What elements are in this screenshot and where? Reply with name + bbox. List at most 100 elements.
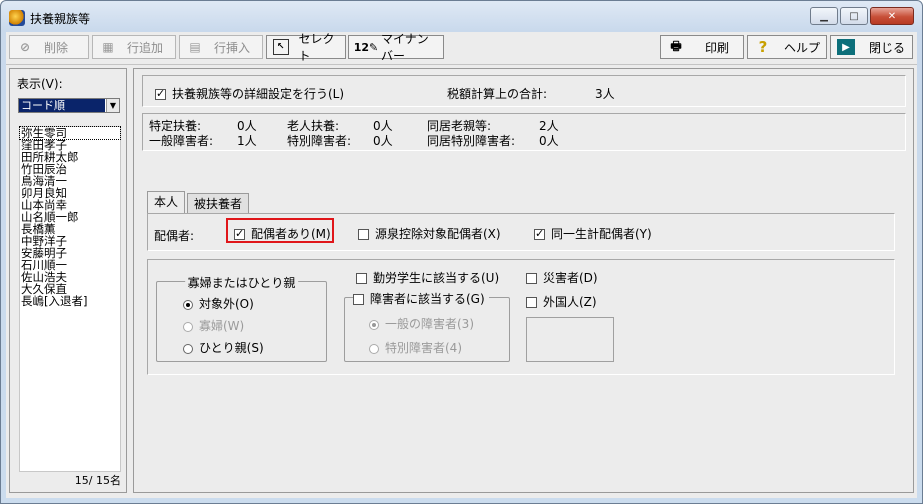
radio-icon[interactable] (183, 343, 193, 354)
widow-option-single-parent[interactable]: ひとり親(S) (183, 339, 264, 356)
exit-door-icon: ▶ (837, 39, 855, 55)
detail-setting-check-icon[interactable] (155, 87, 166, 100)
radio-icon[interactable] (183, 299, 193, 310)
working-student-checkbox[interactable]: 勤労学生に該当する(U) (356, 269, 499, 286)
close-label: 閉じる (869, 40, 906, 55)
spouse-same-household-label: 同一生計配偶者(Y) (551, 227, 652, 241)
tab-strip: 本人 被扶養者 (147, 191, 251, 213)
working-student-check-icon[interactable] (356, 273, 367, 284)
app-window: 扶養親族等 ▁ □ ✕ ⊘ 削除 ▦ 行追加 ▤ 行挿入 ↖ セレクト 12✎ … (0, 0, 923, 504)
disaster-checkbox[interactable]: 災害者(D) (526, 269, 598, 286)
sort-order-value: コード順 (19, 99, 105, 112)
disabled-groupbox: 障害者に該当する(G) 一般の障害者(3) 特別障害者(4) (344, 290, 510, 362)
radio-icon[interactable] (369, 343, 379, 354)
foreigner-check-icon[interactable] (526, 297, 537, 308)
attributes-panel: 寡婦またはひとり親 対象外(O) 寡婦(W) ひとり親(S) 勤労学生に該当する… (147, 259, 895, 375)
minimize-button[interactable]: ▁ (810, 7, 838, 25)
detail-setting-label: 扶養親族等の詳細設定を行う(L) (172, 87, 345, 101)
widow-group-title: 寡婦またはひとり親 (184, 274, 299, 291)
window-controls: ▁ □ ✕ (808, 7, 914, 25)
disabled-option-special[interactable]: 特別障害者(4) (369, 339, 462, 356)
window-title: 扶養親族等 (30, 12, 91, 26)
radio-icon[interactable] (183, 321, 193, 332)
working-student-label: 勤労学生に該当する(U) (373, 271, 500, 285)
detail-setting-checkbox[interactable]: 扶養親族等の詳細設定を行う(L) (155, 85, 344, 102)
disabled-checkbox[interactable]: 障害者に該当する(G) (353, 290, 489, 307)
general-disabled-label: 一般障害者: (149, 134, 214, 148)
special-disabled-value: 0人 (373, 134, 393, 148)
display-label: 表示(V): (17, 77, 63, 91)
question-icon: ? (758, 38, 768, 56)
special-disabled-label: 特別障害者: (287, 134, 352, 148)
print-button[interactable]: 🖶 印刷 (660, 35, 744, 59)
my-number-button[interactable]: 12✎ マイナンバー (348, 32, 444, 63)
help-button[interactable]: ? ヘルプ (747, 35, 827, 59)
client-area: ⊘ 削除 ▦ 行追加 ▤ 行挿入 ↖ セレクト 12✎ マイナンバー 🖶 印刷 (6, 32, 917, 498)
add-row-button[interactable]: ▦ 行追加 (92, 35, 176, 59)
spouse-has-check-icon[interactable] (234, 227, 245, 240)
spouse-same-household-check-icon[interactable] (534, 227, 545, 240)
disaster-check-icon[interactable] (526, 273, 537, 284)
spouse-same-household-checkbox[interactable]: 同一生計配偶者(Y) (534, 225, 652, 242)
title-bar[interactable]: 扶養親族等 ▁ □ ✕ (1, 1, 922, 31)
tab-dependents[interactable]: 被扶養者 (187, 193, 250, 213)
delete-button[interactable]: ⊘ 削除 (9, 35, 89, 59)
insert-row-icon: ▤ (189, 40, 201, 54)
spouse-has-label: 配偶者あり(M) (251, 227, 331, 241)
maximize-icon: □ (849, 10, 859, 22)
close-button[interactable]: ▶ 閉じる (830, 35, 913, 59)
close-icon: ✕ (887, 10, 897, 22)
cohabit-special-label: 同居特別障害者: (427, 134, 516, 148)
spouse-withholding-label: 源泉控除対象配偶者(X) (375, 227, 501, 241)
spouse-label: 配偶者: (154, 229, 195, 243)
insert-row-label: 行挿入 (214, 40, 251, 55)
delete-icon: ⊘ (19, 40, 31, 54)
disabled-label: 障害者に該当する(G) (370, 292, 485, 306)
toolbar-separator (6, 64, 917, 65)
close-window-button[interactable]: ✕ (870, 7, 914, 25)
print-label: 印刷 (705, 40, 730, 55)
spouse-withholding-check-icon[interactable] (358, 229, 369, 240)
widow-option-none[interactable]: 対象外(O) (183, 295, 254, 312)
maximize-button[interactable]: □ (840, 7, 868, 25)
widow-option-widow[interactable]: 寡婦(W) (183, 317, 244, 334)
select-button[interactable]: ↖ セレクト (266, 32, 346, 63)
dropdown-arrow-icon[interactable]: ▼ (106, 99, 119, 112)
record-counter: 15/ 15名 (74, 474, 121, 487)
insert-row-button[interactable]: ▤ 行挿入 (179, 35, 263, 59)
disabled-option-general-label: 一般の障害者(3) (385, 317, 474, 331)
foreigner-checkbox[interactable]: 外国人(Z) (526, 293, 597, 310)
app-icon (9, 10, 25, 26)
cohabit-special-value: 0人 (539, 134, 559, 148)
widow-option-none-label: 対象外(O) (199, 297, 254, 311)
employee-list-pane: 表示(V): コード順 ▼ 弥生零司 窪田孝子 田所耕太郎 竹田辰治 鳥海清一 … (9, 68, 127, 493)
disabled-check-icon[interactable] (353, 294, 364, 305)
main-pane: 扶養親族等の詳細設定を行う(L) 税額計算上の合計: 3人 特定扶養: 0人 老… (133, 68, 914, 493)
general-disabled-value: 1人 (237, 134, 257, 148)
employee-list[interactable]: 弥生零司 窪田孝子 田所耕太郎 竹田辰治 鳥海清一 卯月良知 山本尚幸 山名順一… (19, 126, 121, 472)
my-number-icon: 12✎ (353, 40, 379, 54)
spouse-withholding-checkbox[interactable]: 源泉控除対象配偶者(X) (358, 225, 501, 242)
disabled-option-general[interactable]: 一般の障害者(3) (369, 315, 474, 332)
disaster-label: 災害者(D) (543, 271, 598, 285)
disabled-option-special-label: 特別障害者(4) (385, 341, 462, 355)
empty-frame (526, 317, 614, 362)
foreigner-label: 外国人(Z) (543, 295, 597, 309)
select-icon: ↖ (273, 39, 289, 55)
delete-label: 削除 (44, 40, 69, 55)
add-row-label: 行追加 (127, 40, 164, 55)
spouse-has-checkbox[interactable]: 配偶者あり(M) (234, 225, 331, 242)
my-number-label: マイナンバー (381, 32, 429, 63)
spouse-panel: 配偶者: 配偶者あり(M) 源泉控除対象配偶者(X) 同一生計配偶者(Y) (147, 213, 895, 251)
tax-total-value: 3人 (595, 87, 615, 101)
summary-panel: 特定扶養: 0人 老人扶養: 0人 同居老親等: 2人 一般障害者: 1人 特別… (142, 113, 906, 151)
detail-setting-panel: 扶養親族等の詳細設定を行う(L) 税額計算上の合計: 3人 (142, 75, 906, 107)
select-label: セレクト (298, 32, 335, 63)
tab-self[interactable]: 本人 (147, 191, 186, 213)
sort-order-select[interactable]: コード順 ▼ (18, 98, 120, 113)
widow-groupbox: 寡婦またはひとり親 対象外(O) 寡婦(W) ひとり親(S) (156, 274, 327, 362)
add-row-icon: ▦ (102, 40, 114, 54)
list-item[interactable]: 長嶋[入退者] (20, 295, 120, 307)
radio-icon[interactable] (369, 319, 379, 330)
toolbar: ⊘ 削除 ▦ 行追加 ▤ 行挿入 ↖ セレクト 12✎ マイナンバー 🖶 印刷 (6, 32, 917, 64)
